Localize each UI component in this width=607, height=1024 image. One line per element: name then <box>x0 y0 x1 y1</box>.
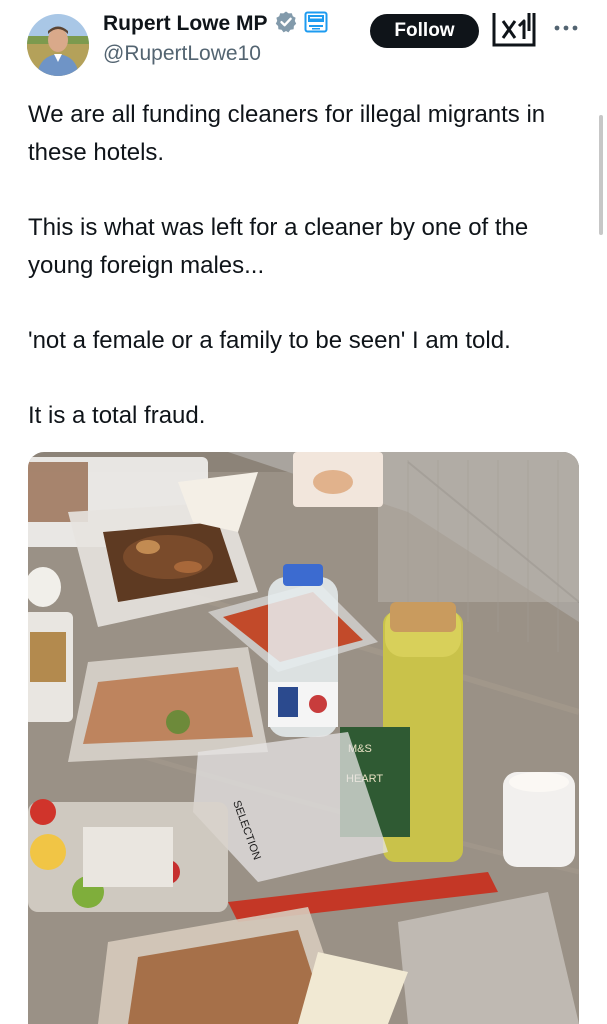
post-header: Rupert Lowe MP @RupertLowe10 Follow <box>0 0 607 80</box>
affiliation-badge-icon[interactable] <box>304 10 328 39</box>
avatar[interactable] <box>27 14 89 76</box>
tweet-paragraph-3: 'not a female or a family to be seen' I … <box>28 327 511 354</box>
scrollbar[interactable] <box>599 115 603 235</box>
author-handle[interactable]: @RupertLowe10 <box>103 42 261 66</box>
follow-button[interactable]: Follow <box>370 14 479 48</box>
tweet-paragraph-1: We are all funding cleaners for illegal … <box>28 101 546 166</box>
tweet-paragraph-2: This is what was left for a cleaner by o… <box>28 214 529 279</box>
tweet-paragraph-4: It is a total fraud. <box>28 402 206 429</box>
more-dots-icon[interactable] <box>552 16 580 40</box>
verified-badge-icon <box>274 10 298 39</box>
tweet-text: We are all funding cleaners for illegal … <box>28 96 593 435</box>
author-name[interactable]: Rupert Lowe MP <box>103 12 268 36</box>
tweet-photo[interactable]: M&S HEART SELECTION <box>28 452 579 1024</box>
author-name-row: Rupert Lowe MP <box>103 10 328 38</box>
grok-icon[interactable] <box>491 10 537 50</box>
